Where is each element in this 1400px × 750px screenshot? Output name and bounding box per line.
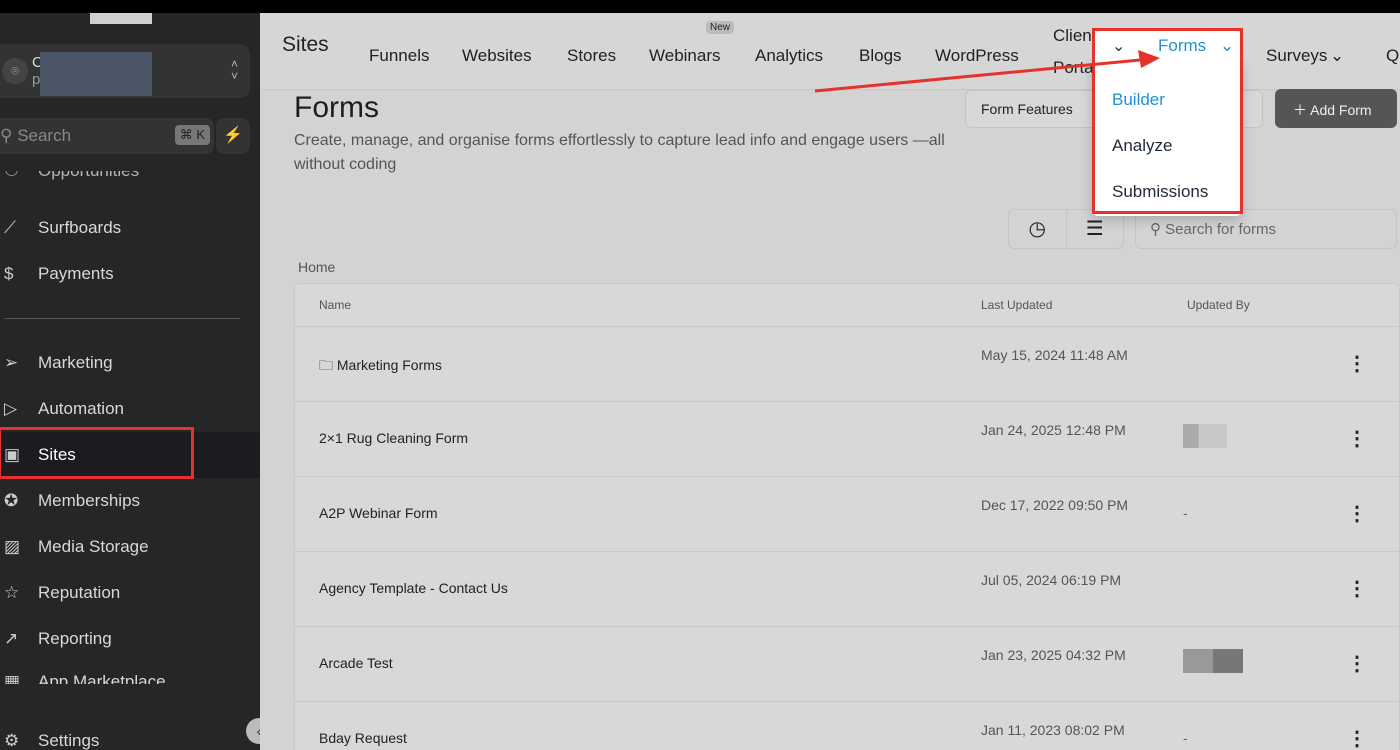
annotation-arrow bbox=[814, 50, 1160, 93]
